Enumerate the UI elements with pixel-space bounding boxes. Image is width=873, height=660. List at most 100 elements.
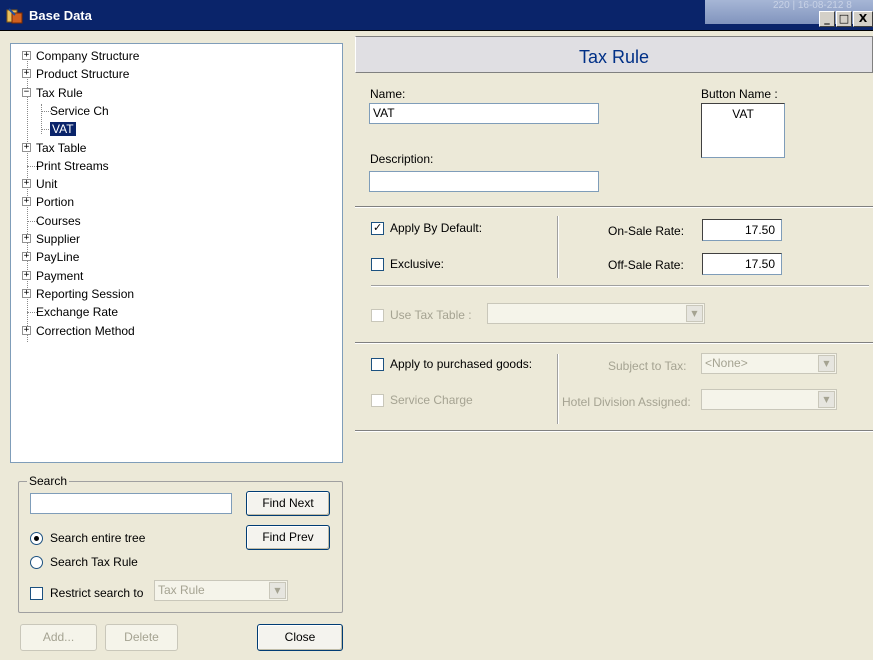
tree-expander-icon[interactable]: +	[22, 69, 31, 79]
tree-expander-icon[interactable]: +	[22, 234, 31, 243]
service-charge-label: Service Charge	[390, 393, 473, 407]
window-title: Base Data	[29, 8, 92, 23]
tree-item[interactable]: Company Structure	[36, 48, 139, 64]
navigation-tree[interactable]: + Company Structure + Product Structure − Tax…	[10, 43, 343, 463]
tree-item[interactable]: Product Structure	[36, 66, 129, 82]
tree-item[interactable]: Portion	[36, 194, 74, 210]
apply-purchased-goods-label: Apply to purchased goods:	[390, 357, 533, 371]
subject-to-tax-value: <None>	[705, 356, 748, 370]
vertical-divider	[557, 216, 559, 278]
name-label: Name:	[370, 87, 406, 101]
main-area: + Company Structure + Product Structure − Tax…	[0, 31, 873, 660]
subject-to-tax-combo[interactable]: <None> ▼	[701, 353, 837, 374]
horizontal-divider	[371, 285, 869, 287]
section-divider	[355, 342, 873, 344]
apply-by-default-label: Apply By Default:	[390, 221, 483, 235]
tree-item-label: Portion	[36, 195, 75, 210]
tree-item[interactable]: Tax Table	[36, 140, 86, 156]
chevron-down-icon: ▼	[686, 305, 703, 322]
tree-item[interactable]: Payment	[36, 268, 83, 284]
tree-item[interactable]: Correction Method	[36, 323, 135, 339]
find-prev-button[interactable]: Find Prev	[246, 525, 330, 550]
maximize-button[interactable]: □	[836, 11, 852, 27]
tree-item-label: Print Streams	[36, 158, 109, 173]
tree-item-label: PayLine	[36, 250, 80, 265]
search-tax-rule-label: Search Tax Rule	[50, 555, 138, 569]
on-sale-rate-label: On-Sale Rate:	[608, 224, 685, 238]
find-next-button[interactable]: Find Next	[246, 491, 330, 516]
on-sale-rate-input[interactable]: 17.50	[702, 219, 782, 241]
tree-item-label: Courses	[36, 213, 81, 228]
section-divider	[355, 430, 873, 432]
tree-item[interactable]: Courses	[36, 213, 81, 229]
minimize-button[interactable]: _	[819, 11, 835, 27]
exclusive-checkbox[interactable]	[371, 258, 384, 271]
tree-item[interactable]: Unit	[36, 176, 57, 192]
use-tax-table-checkbox[interactable]	[371, 309, 384, 322]
tree-item-label: Company Structure	[36, 49, 140, 63]
tree-expander-icon[interactable]: +	[22, 197, 31, 207]
tree-expander-icon[interactable]: +	[22, 252, 31, 262]
tree-item[interactable]: Supplier	[36, 231, 80, 247]
hotel-division-label: Hotel Division Assigned:	[562, 395, 691, 409]
panel-header: Tax Rule	[355, 36, 873, 73]
panel-title: Tax Rule	[578, 47, 650, 67]
hotel-division-combo[interactable]: ▼	[701, 389, 837, 410]
tree-expander-icon[interactable]: +	[22, 325, 31, 335]
tree-expander-icon[interactable]: +	[22, 179, 31, 189]
tree-item[interactable]: Exchange Rate	[36, 304, 118, 320]
tree-item-label: Service Ch	[50, 103, 109, 118]
tree-item-label: Tax Table	[36, 140, 87, 155]
close-window-button[interactable]: X	[853, 11, 873, 27]
description-label: Description:	[370, 152, 434, 166]
description-input[interactable]	[369, 171, 599, 192]
tree-expander-icon[interactable]: +	[22, 51, 31, 60]
chevron-down-icon: ▼	[818, 355, 835, 372]
restrict-search-checkbox[interactable]	[30, 587, 43, 600]
apply-purchased-goods-checkbox[interactable]	[371, 358, 384, 371]
delete-button[interactable]: Delete	[105, 624, 178, 651]
tree-item-label: Unit	[36, 177, 58, 192]
tree-expander-icon[interactable]: +	[22, 142, 31, 152]
add-button[interactable]: Add...	[20, 624, 97, 651]
tree-item[interactable]: Tax Rule	[36, 85, 83, 101]
tree-item[interactable]: Print Streams	[36, 158, 109, 174]
service-charge-checkbox[interactable]	[371, 394, 384, 407]
chevron-down-icon: ▼	[818, 391, 835, 408]
tax-rule-panel: Tax Rule Name: VAT Button Name : VAT Des…	[355, 36, 873, 660]
off-sale-rate-label: Off-Sale Rate:	[608, 258, 684, 272]
name-input[interactable]: VAT	[369, 103, 599, 124]
chevron-down-icon: ▼	[269, 582, 286, 599]
restrict-search-label: Restrict search to	[50, 586, 144, 600]
off-sale-rate-input[interactable]: 17.50	[702, 253, 782, 275]
button-name-input[interactable]: VAT	[701, 103, 785, 158]
use-tax-table-label: Use Tax Table :	[390, 308, 472, 322]
subject-to-tax-label: Subject to Tax:	[608, 359, 687, 373]
tree-item-label: Reporting Session	[36, 286, 135, 301]
search-entire-tree-label: Search entire tree	[50, 531, 146, 545]
app-icon	[6, 8, 23, 24]
tree-expander-icon[interactable]: +	[22, 288, 31, 298]
tree-item-label: Tax Rule	[36, 85, 83, 100]
button-name-label: Button Name :	[701, 87, 778, 101]
tree-item-label: Payment	[36, 268, 84, 283]
tree-item-label: Product Structure	[36, 67, 130, 82]
tree-item-label: VAT	[50, 122, 76, 137]
tree-item[interactable]: Service Ch	[50, 103, 109, 119]
tree-item[interactable]: Reporting Session	[36, 286, 134, 302]
tree-item[interactable]: VAT	[50, 121, 76, 137]
section-divider	[355, 206, 873, 208]
search-tax-rule-radio[interactable]	[30, 556, 43, 569]
restrict-search-combo[interactable]: Tax Rule ▼	[154, 580, 288, 601]
tree-item[interactable]: PayLine	[36, 249, 79, 265]
search-entire-tree-radio[interactable]	[30, 532, 43, 545]
tree-expander-icon[interactable]: −	[22, 87, 31, 97]
title-bar: Base Data 220 | 16-08-212 8 _ □ X	[0, 0, 873, 31]
tree-expander-icon[interactable]: +	[22, 270, 31, 280]
tax-table-combo[interactable]: ▼	[487, 303, 705, 324]
close-button[interactable]: Close	[257, 624, 343, 651]
search-input[interactable]	[30, 493, 232, 514]
apply-by-default-checkbox[interactable]: ✓	[371, 221, 384, 235]
tree-item-label: Supplier	[36, 232, 81, 246]
tree-item-label: Correction Method	[36, 323, 135, 338]
